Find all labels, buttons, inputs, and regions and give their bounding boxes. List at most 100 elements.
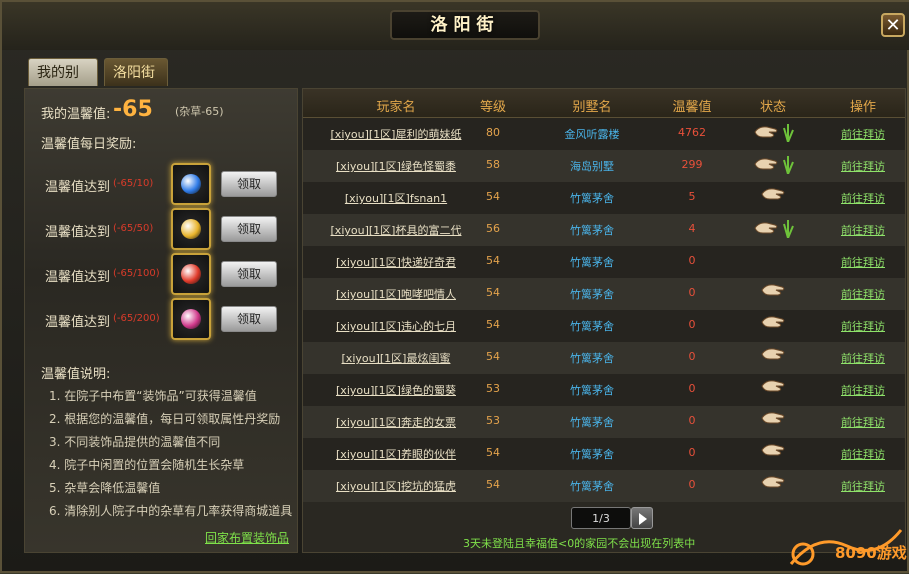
- reward-row: 温馨值达到 (-65/100) 领取: [25, 253, 299, 297]
- player-name-link[interactable]: [xiyou][1区]咆哮吧情人: [311, 286, 481, 302]
- warmth-panel: 我的温馨值: -65 (杂草-65) 温馨值每日奖励: 温馨值达到 (-65/10…: [24, 88, 298, 553]
- close-button[interactable]: ✕: [881, 13, 905, 37]
- visit-link[interactable]: 前往拜访: [825, 222, 901, 238]
- visit-link[interactable]: 前往拜访: [825, 478, 901, 494]
- visit-link[interactable]: 前往拜访: [825, 126, 901, 142]
- player-name-link[interactable]: [xiyou][1区]fsnan1: [311, 190, 481, 206]
- warmth-value-cell: 0: [688, 318, 696, 331]
- player-name-link[interactable]: [xiyou][1区]最炫闺蜜: [311, 350, 481, 366]
- daily-reward-title: 温馨值每日奖励:: [41, 137, 137, 152]
- street-table-panel: 玩家名 等级 别墅名 温馨值 状态 操作 [xiyou][1区]犀利的萌妹纸 80…: [302, 88, 906, 553]
- visit-link[interactable]: 前往拜访: [825, 254, 901, 270]
- hand-icon[interactable]: [753, 220, 779, 236]
- status-cell: [735, 442, 811, 458]
- reward-row: 温馨值达到 (-65/50) 领取: [25, 208, 299, 252]
- go-home-decorate-link[interactable]: 回家布置装饰品: [205, 529, 289, 546]
- hand-icon[interactable]: [753, 124, 779, 140]
- reward-gem-slot: [171, 163, 211, 205]
- visit-link[interactable]: 前往拜访: [825, 350, 901, 366]
- tab-luoyang-street[interactable]: 洛阳街: [104, 58, 168, 86]
- hand-icon[interactable]: [760, 378, 786, 394]
- claim-reward-button[interactable]: 领取: [221, 306, 277, 332]
- status-cell: [735, 474, 811, 490]
- visit-link[interactable]: 前往拜访: [825, 158, 901, 174]
- status-cell: [735, 154, 811, 174]
- visit-link[interactable]: 前往拜访: [825, 286, 901, 302]
- title-bar: 洛阳街 ✕: [2, 2, 909, 50]
- player-name-link[interactable]: [xiyou][1区]绿色怪蜀黍: [311, 158, 481, 174]
- site-watermark: 8090游戏: [787, 524, 907, 570]
- visit-link[interactable]: 前往拜访: [825, 446, 901, 462]
- villa-name: 竹篱茅舍: [570, 384, 614, 397]
- player-name-link[interactable]: [xiyou][1区]养眼的伙伴: [311, 446, 481, 462]
- description-item: 4. 院子中闲置的位置会随机生长杂草: [49, 458, 245, 472]
- warmth-note: (杂草-65): [175, 105, 224, 118]
- player-level: 54: [486, 478, 500, 491]
- game-window: 洛阳街 ✕ 我的别墅 洛阳街 我的温馨值: -65 (杂草-65) 温馨值每日奖…: [0, 0, 909, 573]
- claim-reward-button[interactable]: 领取: [221, 261, 277, 287]
- visit-link[interactable]: 前往拜访: [825, 318, 901, 334]
- table-row: [xiyou][1区]杯具的富二代 56 竹篱茅舍 4 前往拜访: [303, 214, 905, 246]
- player-level: 53: [486, 382, 500, 395]
- hand-icon[interactable]: [760, 346, 786, 362]
- claim-reward-button[interactable]: 领取: [221, 171, 277, 197]
- table-row: [xiyou][1区]挖坑的猛虎 54 竹篱茅舍 0 前往拜访: [303, 470, 905, 502]
- watermark-text: 8090游戏: [835, 544, 907, 562]
- player-name-link[interactable]: [xiyou][1区]挖坑的猛虎: [311, 478, 481, 494]
- table-header: 玩家名 等级 别墅名 温馨值 状态 操作: [303, 89, 905, 118]
- reward-label: 温馨值达到: [45, 225, 111, 240]
- claim-reward-button[interactable]: 领取: [221, 216, 277, 242]
- villa-name: 海岛别墅: [570, 160, 614, 173]
- hand-icon[interactable]: [760, 410, 786, 426]
- reward-gem-slot: [171, 253, 211, 295]
- villa-name: 竹篱茅舍: [570, 288, 614, 301]
- hand-icon[interactable]: [760, 282, 786, 298]
- description-item: 1. 在院子中布置“装饰品”可获得温馨值: [49, 389, 257, 403]
- player-name-link[interactable]: [xiyou][1区]犀利的萌妹纸: [311, 126, 481, 142]
- hand-icon[interactable]: [760, 442, 786, 458]
- title-banner: 洛阳街: [390, 10, 540, 40]
- reward-requirement: (-65/100): [113, 268, 160, 279]
- player-name-link[interactable]: [xiyou][1区]绿色的蜀葵: [311, 382, 481, 398]
- visit-link[interactable]: 前往拜访: [825, 382, 901, 398]
- visit-link[interactable]: 前往拜访: [825, 190, 901, 206]
- grass-icon[interactable]: [781, 218, 795, 238]
- header-player-name: 玩家名: [376, 100, 416, 115]
- status-cell: [735, 378, 811, 394]
- player-level: 54: [486, 254, 500, 267]
- status-cell: [735, 282, 811, 298]
- hand-icon[interactable]: [753, 156, 779, 172]
- grass-icon[interactable]: [781, 122, 795, 142]
- hand-icon[interactable]: [760, 474, 786, 490]
- player-name-link[interactable]: [xiyou][1区]违心的七月: [311, 318, 481, 334]
- player-name-link[interactable]: [xiyou][1区]快递好奇君: [311, 254, 481, 270]
- grass-icon[interactable]: [781, 154, 795, 174]
- player-level: 53: [486, 414, 500, 427]
- table-row: [xiyou][1区]奔走的女票 53 竹篱茅舍 0 前往拜访: [303, 406, 905, 438]
- window-title: 洛阳街: [430, 15, 500, 35]
- player-name-link[interactable]: [xiyou][1区]杯具的富二代: [311, 222, 481, 238]
- villa-name: 竹篱茅舍: [570, 416, 614, 429]
- hand-icon[interactable]: [760, 186, 786, 202]
- villa-name: 金风听露楼: [564, 128, 620, 141]
- warmth-description-title: 温馨值说明:: [41, 367, 111, 382]
- table-row: [xiyou][1区]快递好奇君 54 竹篱茅舍 0 前往拜访: [303, 246, 905, 278]
- warmth-value-cell: 0: [688, 382, 696, 395]
- description-item: 6. 清除别人院子中的杂草有几率获得商城道具: [49, 504, 293, 518]
- next-page-button[interactable]: [631, 507, 653, 529]
- status-cell: [735, 218, 811, 238]
- reward-requirement: (-65/200): [113, 313, 160, 324]
- table-row: [xiyou][1区]违心的七月 54 竹篱茅舍 0 前往拜访: [303, 310, 905, 342]
- player-name-link[interactable]: [xiyou][1区]奔走的女票: [311, 414, 481, 430]
- description-item: 5. 杂草会降低温馨值: [49, 481, 161, 495]
- visit-link[interactable]: 前往拜访: [825, 414, 901, 430]
- hand-icon[interactable]: [760, 314, 786, 330]
- villa-name: 竹篱茅舍: [570, 256, 614, 269]
- reward-row: 温馨值达到 (-65/200) 领取: [25, 298, 299, 342]
- table-row: [xiyou][1区]fsnan1 54 竹篱茅舍 5 前往拜访: [303, 182, 905, 214]
- table-row: [xiyou][1区]绿色的蜀葵 53 竹篱茅舍 0 前往拜访: [303, 374, 905, 406]
- villa-name: 竹篱茅舍: [570, 320, 614, 333]
- reward-row: 温馨值达到 (-65/10) 领取: [25, 163, 299, 207]
- player-level: 56: [486, 222, 500, 235]
- tab-my-villa[interactable]: 我的别墅: [28, 58, 98, 109]
